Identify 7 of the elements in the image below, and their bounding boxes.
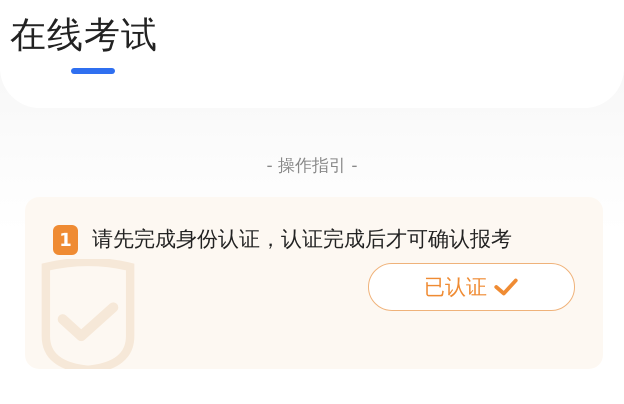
verify-button[interactable]: 已认证 [368, 263, 575, 311]
check-icon [493, 277, 519, 297]
step-text: 请先完成身份认证，认证完成后才可确认报考 [92, 226, 513, 253]
title-underline [71, 68, 115, 74]
page-title: 在线考试 [10, 14, 159, 58]
step-number: 1 [53, 225, 78, 255]
section-heading: - 操作指引 - [265, 155, 359, 177]
